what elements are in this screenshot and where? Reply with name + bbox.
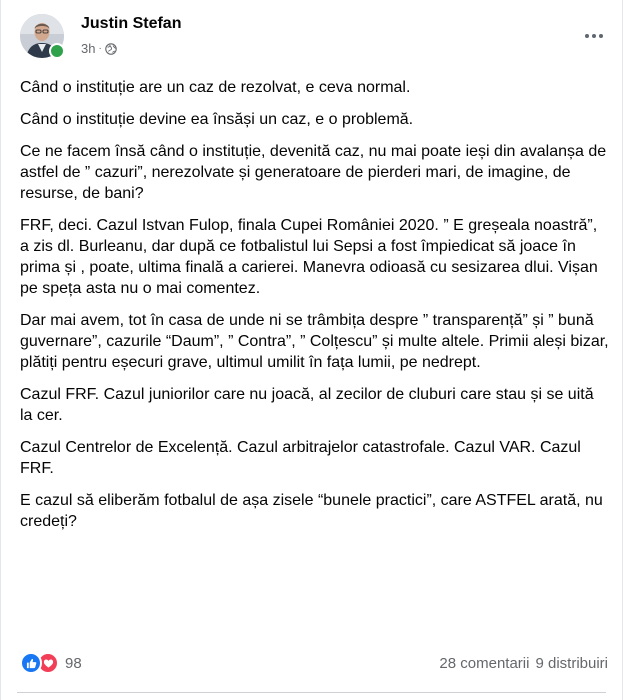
dot bbox=[585, 34, 589, 38]
post-card: Justin Stefan 3h · Când o instituție are… bbox=[0, 0, 623, 700]
post-time[interactable]: 3h bbox=[81, 41, 95, 56]
heart-icon bbox=[43, 658, 53, 668]
globe-icon[interactable] bbox=[105, 42, 117, 55]
post-paragraph: Când o instituție devine ea însăși un ca… bbox=[20, 111, 414, 128]
engagement-stats: 28 comentarii 9 distribuiri bbox=[439, 655, 608, 672]
post-text: Când o instituție are un caz de rezolvat… bbox=[20, 77, 610, 543]
online-status-indicator bbox=[49, 43, 65, 59]
shares-count[interactable]: 9 distribuiri bbox=[535, 655, 608, 672]
comments-count[interactable]: 28 comentarii bbox=[439, 655, 529, 672]
footer-divider bbox=[17, 692, 606, 693]
post-paragraph: Ce ne facem însă când o instituție, deve… bbox=[20, 143, 607, 202]
post-paragraph: FRF, deci. Cazul Istvan Fulop, finala Cu… bbox=[20, 217, 598, 297]
dot bbox=[592, 34, 596, 38]
more-options-icon[interactable] bbox=[582, 26, 606, 46]
reactions-summary[interactable]: 98 bbox=[20, 652, 82, 674]
avatar-wrapper[interactable] bbox=[20, 14, 65, 59]
post-footer: 98 28 comentarii 9 distribuiri bbox=[20, 650, 608, 676]
post-paragraph: Cazul FRF. Cazul juniorilor care nu joac… bbox=[20, 386, 594, 424]
post-header: Justin Stefan 3h · bbox=[17, 12, 612, 64]
post-paragraph: E cazul să eliberăm fotbalul de așa zise… bbox=[20, 492, 603, 530]
post-meta: 3h · bbox=[81, 41, 117, 56]
separator-dot: · bbox=[98, 43, 102, 54]
dot bbox=[599, 34, 603, 38]
post-paragraph: Cazul Centrelor de Excelență. Cazul arbi… bbox=[20, 439, 581, 477]
like-reaction-icon[interactable] bbox=[20, 652, 42, 674]
reaction-count[interactable]: 98 bbox=[65, 655, 82, 672]
author-name[interactable]: Justin Stefan bbox=[81, 15, 181, 33]
post-paragraph: Când o instituție are un caz de rezolvat… bbox=[20, 79, 411, 96]
post-paragraph: Dar mai avem, tot în casa de unde ni se … bbox=[20, 312, 609, 371]
thumbs-up-icon bbox=[26, 658, 36, 668]
